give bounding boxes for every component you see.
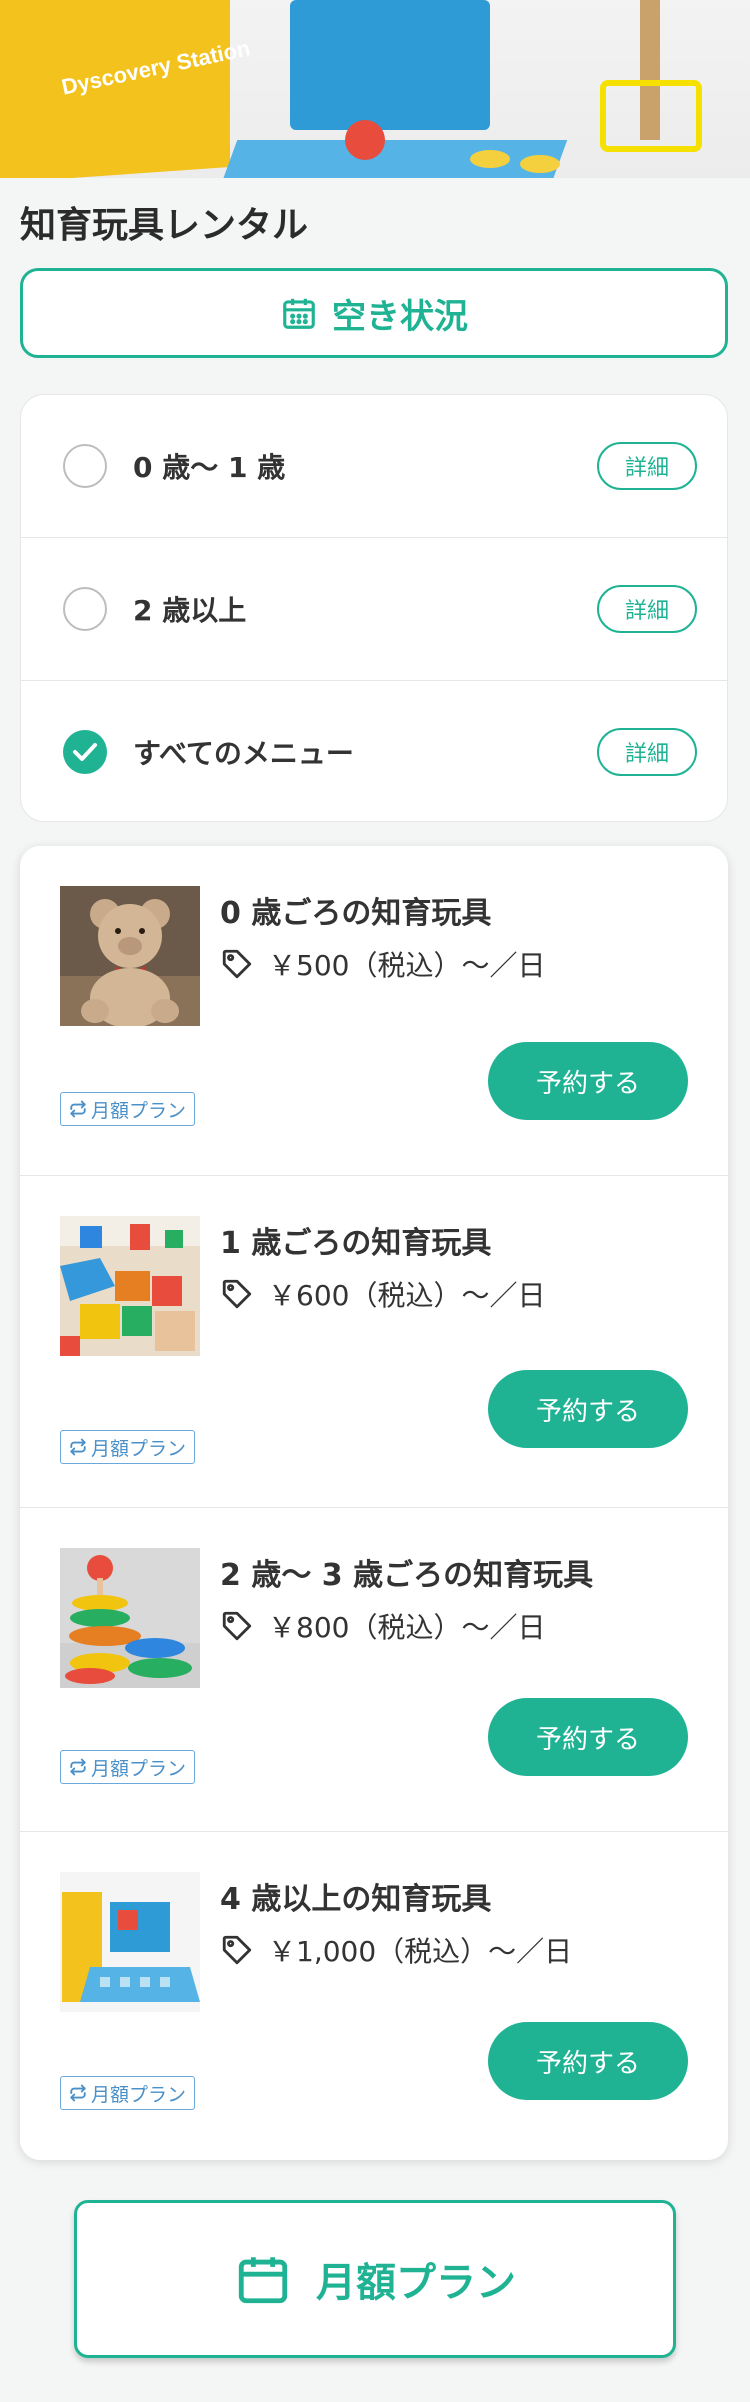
monthly-plan-badge: 月額プラン [60, 1092, 196, 1126]
red-wheel-image [345, 120, 385, 160]
hero-image: Dyscovery Station [0, 0, 750, 178]
product-name: 2 歳〜 3 歳ごろの知育玩具 [220, 1558, 594, 1593]
yellow-basket-image [600, 80, 702, 152]
product-name: 0 歳ごろの知育玩具 [220, 896, 492, 931]
plan-badge-label: 月額プラン [91, 1099, 187, 1122]
product-item: 0 歳ごろの知育玩具 ￥500（税込）〜／日 予約する 月額プラン [20, 846, 728, 1176]
price-tag-icon [222, 949, 252, 979]
age-filter-list: 0 歳〜 1 歳 詳細 2 歳以上 詳細 すべてのメニュー 詳細 [20, 394, 728, 822]
product-price: ￥500（税込）〜／日 [268, 949, 546, 982]
repeat-icon [70, 1100, 86, 1118]
filter-label: 2 歳以上 [133, 594, 247, 627]
page-title: 知育玩具レンタル [20, 205, 309, 246]
discovery-kit-thumbnail[interactable] [60, 1872, 200, 2012]
book-button[interactable]: 予約する [488, 1698, 688, 1776]
monthly-plan-button-label: 月額プラン [316, 2260, 516, 2306]
availability-button-label: 空き状況 [332, 296, 468, 337]
repeat-icon [70, 1438, 86, 1456]
product-name: 4 歳以上の知育玩具 [220, 1882, 492, 1917]
teddy-bear-thumbnail[interactable] [60, 886, 200, 1026]
product-name: 1 歳ごろの知育玩具 [220, 1226, 492, 1261]
plan-badge-label: 月額プラン [91, 2083, 187, 2106]
stacking-toy-thumbnail[interactable] [60, 1548, 200, 1688]
book-button[interactable]: 予約する [488, 1042, 688, 1120]
product-price: ￥1,000（税込）〜／日 [268, 1935, 573, 1968]
repeat-icon [70, 1758, 86, 1776]
filter-option-all[interactable]: すべてのメニュー 詳細 [21, 681, 727, 821]
product-price-row: ￥1,000（税込）〜／日 [220, 1930, 572, 1970]
monthly-plan-badge: 月額プラン [60, 1750, 196, 1784]
plan-badge-label: 月額プラン [91, 1757, 187, 1780]
book-button[interactable]: 予約する [488, 1370, 688, 1448]
price-tag-icon [222, 1935, 252, 1965]
product-price-row: ￥800（税込）〜／日 [220, 1606, 545, 1646]
building-blocks-thumbnail[interactable] [60, 1216, 200, 1356]
repeat-icon [70, 2084, 86, 2102]
radio-checked[interactable] [63, 730, 107, 774]
product-list: 0 歳ごろの知育玩具 ￥500（税込）〜／日 予約する 月額プラン 1 歳ごろの… [20, 846, 728, 2160]
blue-mat-image [222, 140, 568, 178]
price-tag-icon [222, 1611, 252, 1641]
detail-button[interactable]: 詳細 [597, 585, 697, 633]
product-item: 4 歳以上の知育玩具 ￥1,000（税込）〜／日 予約する 月額プラン [20, 1832, 728, 2160]
filter-option-0-1[interactable]: 0 歳〜 1 歳 詳細 [21, 395, 727, 538]
monthly-plan-badge: 月額プラン [60, 1430, 196, 1464]
blue-machine-image [290, 0, 490, 130]
product-price: ￥600（税込）〜／日 [268, 1279, 546, 1312]
product-price-row: ￥500（税込）〜／日 [220, 944, 545, 984]
product-item: 1 歳ごろの知育玩具 ￥600（税込）〜／日 予約する 月額プラン [20, 1176, 728, 1508]
availability-button[interactable]: 空き状況 [20, 268, 728, 358]
price-tag-icon [222, 1279, 252, 1309]
monthly-plan-badge: 月額プラン [60, 2076, 196, 2110]
filter-label: 0 歳〜 1 歳 [133, 451, 286, 484]
monthly-plan-button[interactable]: 月額プラン [74, 2200, 676, 2358]
radio-unchecked[interactable] [63, 444, 107, 488]
plan-badge-label: 月額プラン [91, 1437, 187, 1460]
book-button[interactable]: 予約する [488, 2022, 688, 2100]
yellow-disc-image [470, 150, 510, 168]
detail-button[interactable]: 詳細 [597, 442, 697, 490]
filter-label: すべてのメニュー [133, 737, 354, 770]
filter-option-2-plus[interactable]: 2 歳以上 詳細 [21, 538, 727, 681]
yellow-disc-image [520, 155, 560, 173]
radio-unchecked[interactable] [63, 587, 107, 631]
calendar-icon [283, 298, 315, 329]
checkmark-icon [73, 743, 97, 761]
product-price-row: ￥600（税込）〜／日 [220, 1274, 545, 1314]
product-item: 2 歳〜 3 歳ごろの知育玩具 ￥800（税込）〜／日 予約する 月額プラン [20, 1508, 728, 1832]
calendar-icon [238, 2257, 288, 2304]
product-price: ￥800（税込）〜／日 [268, 1611, 546, 1644]
detail-button[interactable]: 詳細 [597, 728, 697, 776]
